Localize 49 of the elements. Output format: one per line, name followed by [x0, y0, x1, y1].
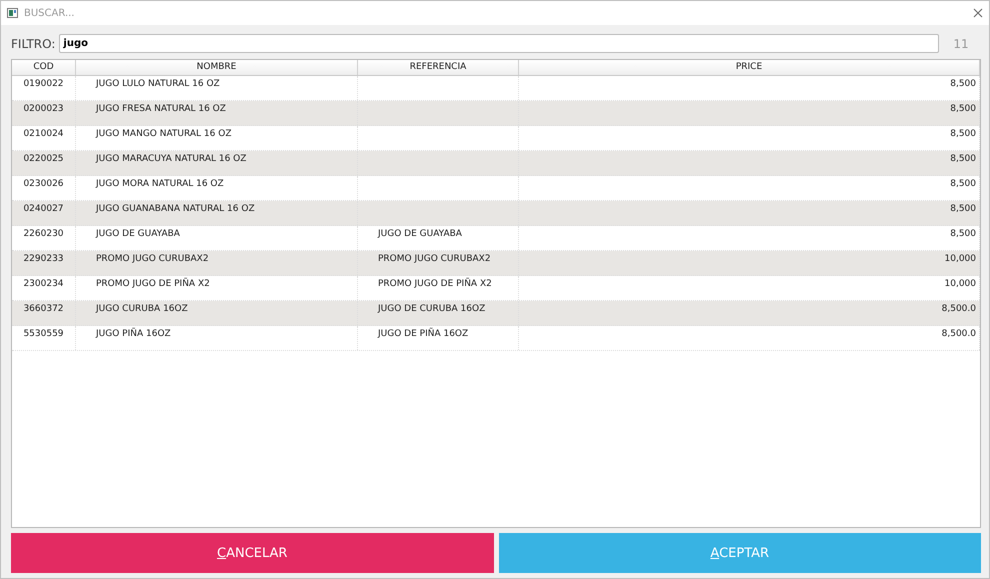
- table-cell: PROMO JUGO DE PIÑA X2: [96, 279, 210, 289]
- close-icon[interactable]: [973, 8, 983, 18]
- table-cell: 5530559: [23, 329, 64, 339]
- table-cell: JUGO CURUBA 16OZ: [96, 304, 188, 314]
- table-cell: 10,000: [944, 254, 976, 264]
- table-cell: PROMO JUGO CURUBAX2: [378, 254, 491, 264]
- table-cell: 10,000: [944, 279, 976, 289]
- window-icon: [7, 8, 18, 18]
- table-cell: 0190022: [23, 79, 64, 89]
- column-header[interactable]: COD: [12, 60, 76, 75]
- table-cell: 8,500.0: [942, 304, 976, 314]
- column-header[interactable]: REFERENCIA: [358, 60, 519, 75]
- column-header[interactable]: PRICE: [519, 60, 980, 75]
- table-cell: PROMO JUGO CURUBAX2: [96, 254, 209, 264]
- table-cell: 8,500: [950, 104, 976, 114]
- filter-label: FILTRO:: [11, 36, 56, 50]
- table-cell: 8,500: [950, 79, 976, 89]
- table-cell: 0230026: [23, 179, 64, 189]
- table-cell: 8,500: [950, 204, 976, 214]
- table-cell: JUGO DE GUAYABA: [378, 229, 462, 239]
- cancel-button[interactable]: CANCELAR: [11, 533, 494, 573]
- table-cell: JUGO MARACUYA NATURAL 16 OZ: [96, 154, 246, 164]
- table-cell: 0210024: [23, 129, 64, 139]
- table-cell: JUGO LULO NATURAL 16 OZ: [96, 79, 220, 89]
- result-count: 11: [952, 36, 970, 50]
- table-cell: 2260230: [23, 229, 64, 239]
- table-cell: 3660372: [23, 304, 64, 314]
- table-cell: JUGO DE GUAYABA: [96, 229, 180, 239]
- table-cell: 0240027: [23, 204, 64, 214]
- table-cell: 0200023: [23, 104, 64, 114]
- table-cell: JUGO PIÑA 16OZ: [96, 329, 171, 339]
- table-cell: 8,500.0: [942, 329, 976, 339]
- column-header[interactable]: NOMBRE: [76, 60, 358, 75]
- table-cell: 2290233: [23, 254, 64, 264]
- table-cell: 8,500: [950, 154, 976, 164]
- table-cell: JUGO DE PIÑA 16OZ: [378, 329, 468, 339]
- table-cell: JUGO MORA NATURAL 16 OZ: [96, 179, 224, 189]
- window-title: BUSCAR...: [24, 8, 76, 18]
- table-cell: JUGO DE CURUBA 16OZ: [378, 304, 486, 314]
- table-cell: PROMO JUGO DE PIÑA X2: [378, 279, 492, 289]
- table-cell: 8,500: [950, 129, 976, 139]
- table-cell: 0220025: [23, 154, 64, 164]
- table-cell: JUGO MANGO NATURAL 16 OZ: [96, 129, 232, 139]
- table-cell: JUGO GUANABANA NATURAL 16 OZ: [96, 204, 255, 214]
- table-cell: 8,500: [950, 179, 976, 189]
- table-cell: 2300234: [23, 279, 64, 289]
- table-cell: JUGO FRESA NATURAL 16 OZ: [96, 104, 226, 114]
- filter-field[interactable]: jugo: [59, 34, 939, 53]
- table-cell: 8,500: [950, 229, 976, 239]
